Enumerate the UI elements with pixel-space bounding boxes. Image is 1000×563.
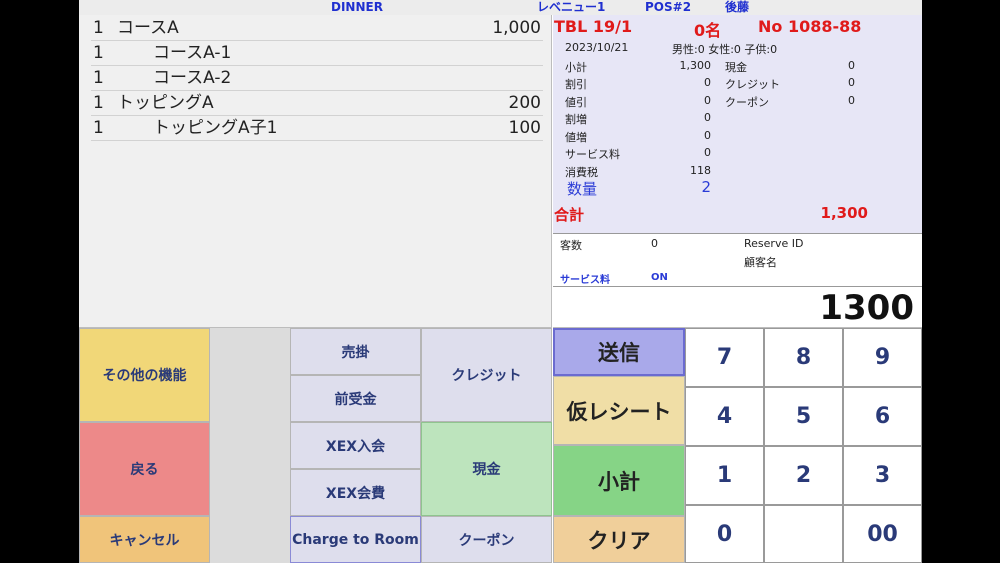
- order-number: No 1088-88: [758, 17, 862, 36]
- order-row[interactable]: 1 トッピングA子1 100: [91, 116, 543, 141]
- order-list[interactable]: 1 コースA 1,000 1 コースA-1 1 コースA-2 1 トッピングA …: [79, 15, 552, 328]
- clear-button[interactable]: クリア: [553, 516, 685, 563]
- order-name: コースA-1: [153, 43, 232, 63]
- pos-screen: DINNER レベニュー1 POS#2 後藤 1 コースA 1,000 1 コー…: [79, 0, 922, 563]
- credit-value: 0: [848, 76, 855, 89]
- total-label: 合計: [554, 206, 585, 224]
- service-charge-value: 0: [704, 146, 711, 159]
- quantity-value: 2: [701, 178, 711, 196]
- coupon-button[interactable]: クーポン: [421, 516, 552, 563]
- key-4[interactable]: 4: [685, 387, 764, 446]
- order-name: トッピングA子1: [153, 118, 278, 138]
- order-name: コースA: [117, 18, 179, 38]
- back-button[interactable]: 戻る: [79, 422, 210, 516]
- order-price: 100: [508, 118, 541, 138]
- xex-join-button[interactable]: XEX入会: [290, 422, 421, 469]
- amount-display: 1300: [553, 288, 922, 328]
- summary-panel: TBL 19/1 0名 No 1088-88 2023/10/21 男性:0 女…: [553, 15, 922, 234]
- key-1[interactable]: 1: [685, 446, 764, 505]
- markup-value: 0: [704, 129, 711, 142]
- customer-name-label: 顧客名: [744, 256, 777, 269]
- markdown-label: 値引: [565, 96, 587, 109]
- table-number: TBL 19/1: [554, 17, 633, 36]
- order-qty: 1: [93, 43, 104, 63]
- order-date: 2023/10/21: [565, 41, 629, 54]
- advance-payment-button[interactable]: 前受金: [290, 375, 421, 422]
- key-7[interactable]: 7: [685, 328, 764, 387]
- order-qty: 1: [93, 118, 104, 138]
- surcharge-value: 0: [704, 111, 711, 124]
- order-qty: 1: [93, 93, 104, 113]
- header-bar: DINNER レベニュー1 POS#2 後藤: [79, 0, 922, 15]
- subtotal-value: 1,300: [679, 59, 712, 72]
- order-row[interactable]: 1 トッピングA 200: [91, 91, 543, 116]
- order-price: 200: [508, 93, 541, 113]
- discount-label: 割引: [565, 78, 587, 91]
- markdown-value: 0: [704, 94, 711, 107]
- markup-label: 値増: [565, 131, 587, 144]
- order-row[interactable]: 1 コースA-1: [91, 41, 543, 66]
- order-row[interactable]: 1 コースA-2: [91, 66, 543, 91]
- coupon-label: クーポン: [725, 96, 769, 109]
- key-3[interactable]: 3: [843, 446, 922, 505]
- customer-info: 客数 0 Reserve ID 顧客名 サービス料 ON: [553, 235, 922, 287]
- order-row[interactable]: 1 コースA 1,000: [91, 16, 543, 41]
- reserve-id-label: Reserve ID: [744, 237, 804, 250]
- demographics: 男性:0 女性:0 子供:0: [672, 43, 778, 56]
- tax-value: 118: [690, 164, 711, 177]
- cash-label: 現金: [725, 61, 747, 74]
- send-button[interactable]: 送信: [553, 328, 685, 376]
- credit-label: クレジット: [725, 78, 780, 91]
- cancel-button[interactable]: キャンセル: [79, 516, 210, 563]
- cash-button[interactable]: 現金: [421, 422, 552, 516]
- credit-button[interactable]: クレジット: [421, 328, 552, 422]
- key-blank: [764, 505, 843, 563]
- key-0[interactable]: 0: [685, 505, 764, 563]
- total-value: 1,300: [820, 204, 868, 222]
- service-charge-label: サービス料: [565, 148, 620, 161]
- temp-receipt-button[interactable]: 仮レシート: [553, 376, 685, 445]
- order-name: コースA-2: [153, 68, 232, 88]
- surcharge-label: 割増: [565, 113, 587, 126]
- order-name: トッピングA: [117, 93, 214, 113]
- amount-display-value: 1300: [819, 288, 914, 328]
- order-qty: 1: [93, 68, 104, 88]
- coupon-value: 0: [848, 94, 855, 107]
- service-charge-flag-value: ON: [651, 272, 668, 283]
- quantity-label: 数量: [567, 180, 598, 198]
- key-8[interactable]: 8: [764, 328, 843, 387]
- charge-to-room-button[interactable]: Charge to Room: [290, 516, 421, 563]
- subtotal-button[interactable]: 小計: [553, 445, 685, 516]
- key-2[interactable]: 2: [764, 446, 843, 505]
- mode-label: DINNER: [331, 0, 383, 14]
- key-00[interactable]: 00: [843, 505, 922, 563]
- discount-value: 0: [704, 76, 711, 89]
- key-5[interactable]: 5: [764, 387, 843, 446]
- subtotal-label: 小計: [565, 61, 587, 74]
- order-qty: 1: [93, 18, 104, 38]
- key-6[interactable]: 6: [843, 387, 922, 446]
- revenue-label: レベニュー1: [537, 0, 606, 14]
- service-charge-flag-label: サービス料: [560, 275, 610, 286]
- cash-value: 0: [848, 59, 855, 72]
- empty-slot: [210, 328, 290, 563]
- guest-count-label: 客数: [560, 239, 582, 252]
- user-label: 後藤: [725, 0, 750, 14]
- guest-count-value: 0: [651, 237, 658, 250]
- guest-count: 0名: [694, 21, 722, 40]
- pos-label: POS#2: [645, 0, 692, 14]
- order-price: 1,000: [492, 18, 541, 38]
- other-functions-button[interactable]: その他の機能: [79, 328, 210, 422]
- key-9[interactable]: 9: [843, 328, 922, 387]
- accounts-receivable-button[interactable]: 売掛: [290, 328, 421, 375]
- xex-fee-button[interactable]: XEX会費: [290, 469, 421, 516]
